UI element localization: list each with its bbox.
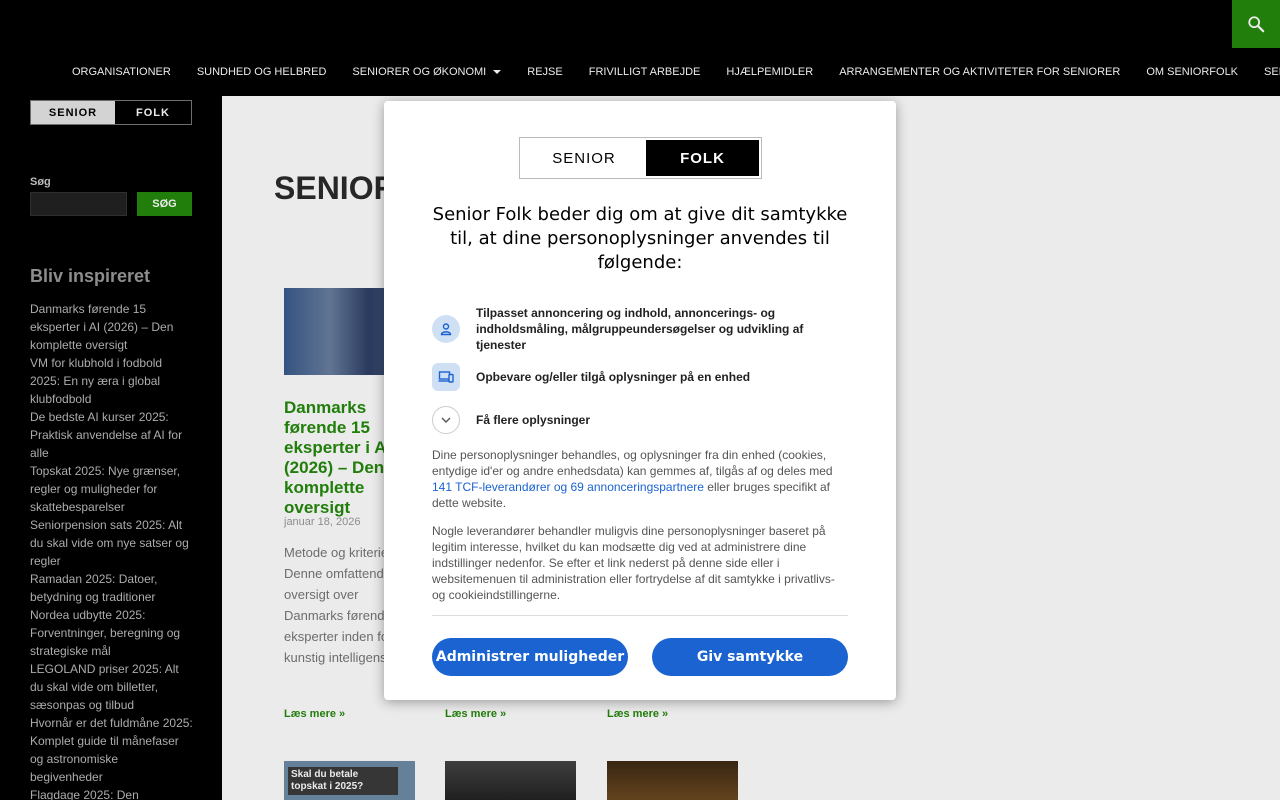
purpose-text: Få flere oplysninger xyxy=(476,413,591,427)
person-icon xyxy=(432,315,460,343)
consent-dialog: SENIOR FOLK Senior Folk beder dig om at … xyxy=(384,101,896,700)
purpose-item-device-storage: Opbevare og/eller tilgå oplysninger på e… xyxy=(432,363,848,391)
devices-icon xyxy=(432,363,460,391)
purpose-item-personalised-ads: Tilpasset annoncering og indhold, annonc… xyxy=(432,305,848,353)
more-info-expander[interactable]: Få flere oplysninger xyxy=(432,406,848,434)
purpose-text: Tilpasset annoncering og indhold, annonc… xyxy=(476,306,804,352)
consent-logo: SENIOR FOLK xyxy=(519,137,762,179)
vendors-link[interactable]: 141 TCF-leverandører og 69 annonceringsp… xyxy=(432,480,704,494)
give-consent-button[interactable]: Giv samtykke xyxy=(652,638,848,676)
chevron-down-icon xyxy=(432,406,460,434)
consent-paragraph-2: Nogle leverandører behandler muligvis di… xyxy=(432,524,835,602)
purpose-text: Opbevare og/eller tilgå oplysninger på e… xyxy=(476,370,751,384)
logo-folk-text: FOLK xyxy=(646,140,759,176)
logo-senior-text: SENIOR xyxy=(522,140,646,176)
consent-heading: Senior Folk beder dig om at give dit sam… xyxy=(432,204,848,273)
divider xyxy=(432,615,848,616)
para1-text: Dine personoplysninger behandles, og opl… xyxy=(432,448,833,478)
manage-options-button[interactable]: Administrer muligheder xyxy=(432,638,628,676)
consent-paragraph-1: Dine personoplysninger behandles, og opl… xyxy=(432,447,850,511)
